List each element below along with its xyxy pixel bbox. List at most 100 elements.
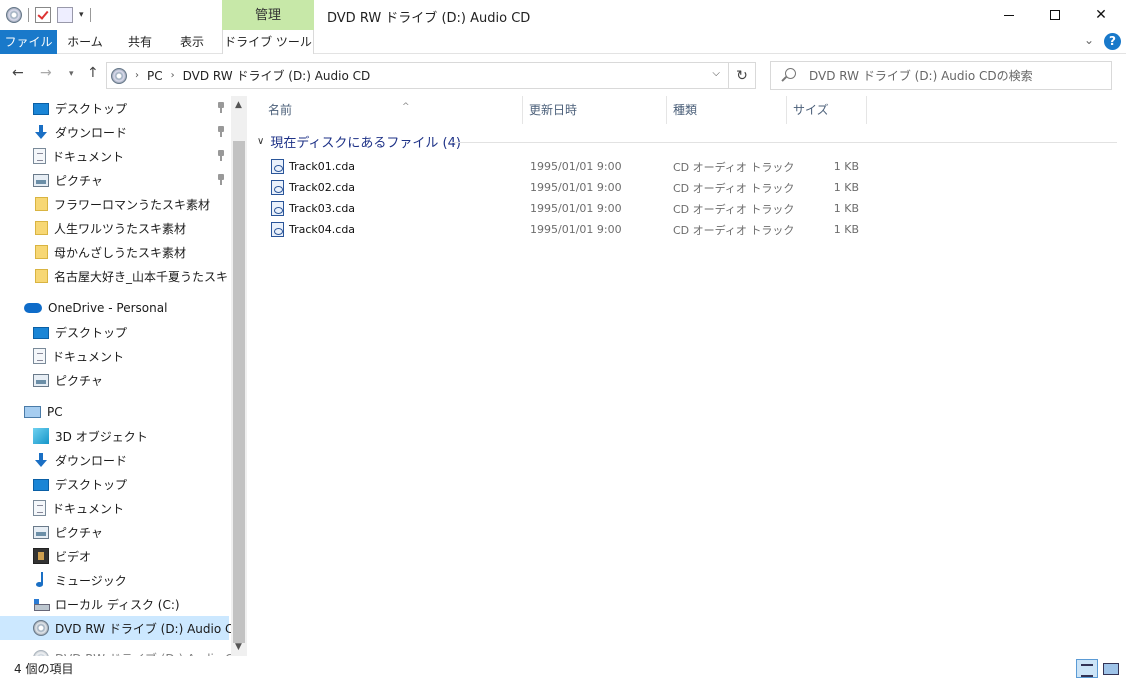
group-label: 現在ディスクにあるファイル (4) — [270, 135, 461, 151]
desktop-icon — [33, 103, 49, 115]
nav-quick-folder[interactable]: 人生ワルツうたスキ素材 — [0, 216, 231, 240]
properties-icon[interactable] — [35, 7, 51, 23]
manage-context-tab[interactable]: 管理 — [222, 0, 314, 32]
cd-drive-icon[interactable] — [6, 7, 22, 23]
expand-ribbon-chevron-icon[interactable]: ⌄ — [1084, 33, 1094, 47]
file-date: 1995/01/01 9:00 — [530, 223, 622, 236]
nav-quick-folder[interactable]: 名古屋大好き_山本千夏うたスキ — [0, 264, 231, 288]
file-row[interactable]: Track01.cda 1995/01/01 9:00 CD オーディオ トラッ… — [262, 156, 882, 177]
folder-icon — [35, 245, 48, 259]
group-header[interactable]: ∨ 現在ディスクにあるファイル (4) — [257, 131, 461, 151]
pin-icon[interactable] — [216, 150, 226, 162]
nav-onedrive-pictures[interactable]: ピクチャ — [0, 368, 231, 392]
nav-pane-scrollbar[interactable]: ▲ ▼ — [231, 96, 247, 656]
tab-share[interactable]: 共有 — [118, 30, 162, 54]
pc-icon — [24, 406, 41, 418]
address-row: ← → ▾ ↑ › PC › DVD RW ドライブ (D:) Audio CD… — [0, 55, 1126, 95]
nav-pc-cd-drive-partial[interactable]: DVD RW ドライブ (D:) Audio CD — [0, 646, 231, 656]
back-arrow-icon[interactable]: ← — [12, 65, 24, 81]
nav-onedrive[interactable]: OneDrive - Personal — [0, 296, 231, 320]
large-icons-view-icon[interactable] — [1100, 659, 1122, 678]
folder-icon — [35, 269, 48, 283]
up-arrow-icon[interactable]: ↑ — [87, 65, 99, 81]
column-header-type[interactable]: 種類 — [667, 96, 787, 124]
nav-item-label: フラワーロマンうたスキ素材 — [54, 197, 211, 212]
pin-icon[interactable] — [216, 174, 226, 186]
file-type: CD オーディオ トラック — [673, 202, 795, 216]
file-size: 1 KB — [833, 202, 859, 215]
window-title: DVD RW ドライブ (D:) Audio CD — [327, 11, 531, 26]
tab-home[interactable]: ホーム — [60, 30, 110, 54]
nav-pc-videos[interactable]: ビデオ — [0, 544, 231, 568]
nav-quick-desktop[interactable]: デスクトップ — [0, 96, 231, 120]
search-icon — [785, 68, 796, 79]
tab-drive-tools[interactable]: ドライブ ツール — [222, 30, 314, 54]
new-folder-icon[interactable] — [57, 7, 73, 23]
pin-icon[interactable] — [216, 102, 226, 114]
address-bar[interactable]: › PC › DVD RW ドライブ (D:) Audio CD ⌵ — [106, 62, 729, 89]
nav-item-label: ダウンロード — [55, 453, 128, 468]
column-header-date[interactable]: 更新日時 — [523, 96, 667, 124]
address-history-chevron-icon[interactable]: ⌵ — [712, 68, 720, 79]
chevron-down-icon[interactable]: ∨ — [257, 136, 264, 147]
nav-onedrive-documents[interactable]: ドキュメント — [0, 344, 231, 368]
file-date: 1995/01/01 9:00 — [530, 202, 622, 215]
desktop-icon — [33, 479, 49, 491]
nav-pc[interactable]: PC — [0, 400, 231, 424]
qat-customize-arrow[interactable]: ▾ — [79, 10, 84, 20]
file-row[interactable]: Track03.cda 1995/01/01 9:00 CD オーディオ トラッ… — [262, 198, 882, 219]
column-header-name[interactable]: 名前 ^ — [262, 96, 523, 124]
refresh-button[interactable]: ↻ — [729, 62, 756, 89]
nav-quick-documents[interactable]: ドキュメント — [0, 144, 231, 168]
minimize-button[interactable] — [986, 0, 1032, 30]
nav-item-label: ドキュメント — [52, 149, 125, 164]
nav-quick-folder[interactable]: 母かんざしうたスキ素材 — [0, 240, 231, 264]
scrollbar-thumb[interactable] — [233, 141, 245, 643]
file-row[interactable]: Track02.cda 1995/01/01 9:00 CD オーディオ トラッ… — [262, 177, 882, 198]
search-box[interactable] — [770, 61, 1112, 90]
recent-locations-chevron-icon[interactable]: ▾ — [69, 69, 74, 79]
breadcrumb-pc[interactable]: PC — [147, 69, 163, 83]
close-button[interactable]: ✕ — [1078, 0, 1124, 30]
nav-pc-documents[interactable]: ドキュメント — [0, 496, 231, 520]
breadcrumb-chevron-icon[interactable]: › — [135, 70, 139, 81]
file-date: 1995/01/01 9:00 — [530, 160, 622, 173]
nav-item-label: デスクトップ — [55, 477, 128, 492]
nav-item-label: デスクトップ — [55, 101, 128, 116]
pictures-icon — [33, 173, 49, 187]
file-name: Track01.cda — [289, 160, 356, 173]
nav-pc-desktop[interactable]: デスクトップ — [0, 472, 231, 496]
search-input[interactable] — [809, 66, 1099, 86]
nav-quick-downloads[interactable]: ダウンロード — [0, 120, 231, 144]
breadcrumb-chevron-icon[interactable]: › — [171, 70, 175, 81]
download-icon — [33, 452, 49, 468]
nav-quick-folder[interactable]: フラワーロマンうたスキ素材 — [0, 192, 231, 216]
nav-item-label: ピクチャ — [55, 173, 103, 188]
nav-onedrive-desktop[interactable]: デスクトップ — [0, 320, 231, 344]
nav-pc-downloads[interactable]: ダウンロード — [0, 448, 231, 472]
breadcrumb-current[interactable]: DVD RW ドライブ (D:) Audio CD — [183, 67, 371, 84]
minimize-icon — [1004, 14, 1014, 16]
maximize-button[interactable] — [1032, 0, 1078, 30]
help-icon[interactable]: ? — [1104, 33, 1121, 50]
file-row[interactable]: Track04.cda 1995/01/01 9:00 CD オーディオ トラッ… — [262, 219, 882, 240]
file-date: 1995/01/01 9:00 — [530, 181, 622, 194]
pin-icon[interactable] — [216, 126, 226, 138]
nav-pc-cd-drive[interactable]: DVD RW ドライブ (D:) Audio CD — [0, 616, 231, 640]
qat-separator — [28, 8, 29, 22]
scroll-down-arrow-icon[interactable]: ▼ — [235, 642, 242, 652]
tab-file[interactable]: ファイル — [0, 30, 57, 54]
tab-view[interactable]: 表示 — [170, 30, 214, 54]
nav-pc-pictures[interactable]: ピクチャ — [0, 520, 231, 544]
maximize-icon — [1050, 10, 1060, 20]
forward-arrow-icon[interactable]: → — [40, 65, 52, 81]
nav-quick-pictures[interactable]: ピクチャ — [0, 168, 231, 192]
music-icon — [33, 572, 49, 588]
nav-pc-3d-objects[interactable]: 3D オブジェクト — [0, 424, 231, 448]
nav-pc-music[interactable]: ミュージック — [0, 568, 231, 592]
nav-pc-local-disk[interactable]: ローカル ディスク (C:) — [0, 592, 231, 616]
details-view-icon[interactable] — [1076, 659, 1098, 678]
column-header-size[interactable]: サイズ — [787, 96, 867, 124]
scroll-up-arrow-icon[interactable]: ▲ — [235, 100, 242, 110]
cd-drive-icon — [33, 620, 49, 636]
